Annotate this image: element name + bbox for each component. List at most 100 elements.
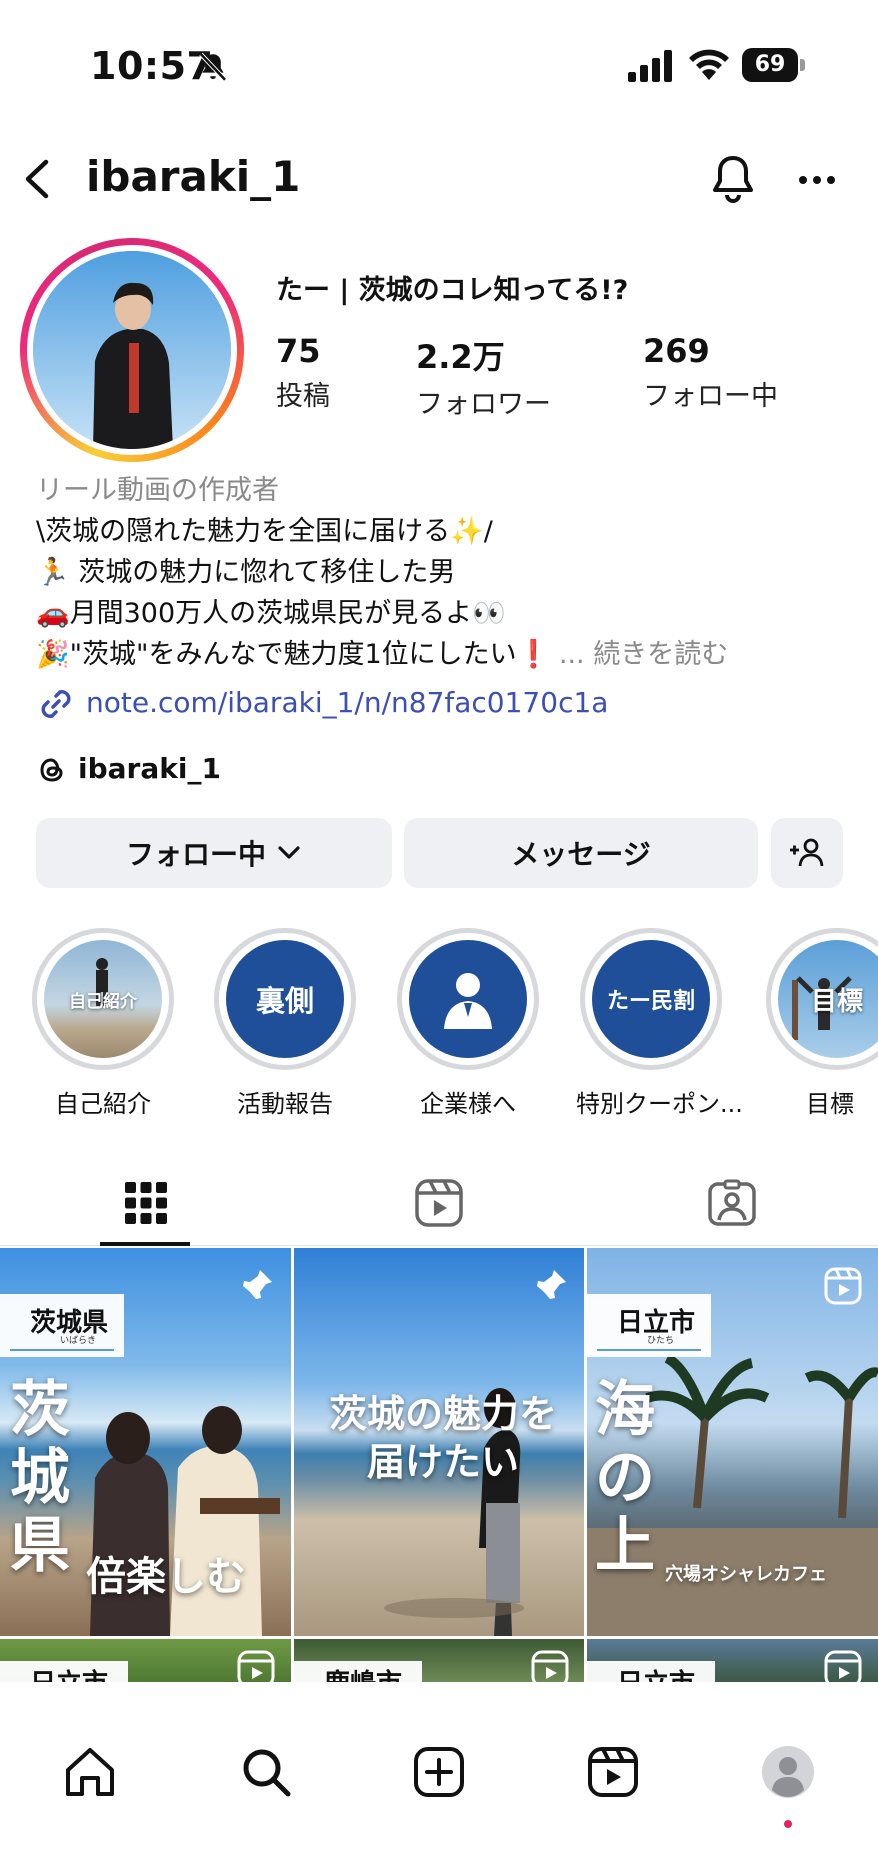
reels-badge-icon (824, 1267, 862, 1305)
post-tile[interactable]: 鹿嶋市 (294, 1639, 584, 1682)
following-count-label: フォロー中 (643, 381, 778, 412)
highlight-cover-text: たー民割 (606, 989, 695, 1014)
following-count-value: 269 (643, 332, 710, 370)
cellular-signal-icon (628, 50, 672, 82)
post-area-label: 日立市 (0, 1661, 129, 1682)
post-title-text: 海の上 (595, 1375, 655, 1581)
post-area-text: 日立市 (30, 1669, 108, 1682)
post-tile[interactable]: 茨城の魅力を 届けたい (294, 1248, 584, 1636)
active-tab-indicator (100, 1242, 190, 1246)
post-area-label: 日立市 ひたち (587, 1294, 712, 1357)
reels-badge-icon (824, 1650, 862, 1682)
bio-line: 🚗月間300万人の茨城県民が見るよ👀 (36, 598, 506, 629)
post-tile[interactable]: 日立市 ひたち 海の上 穴場オシャレカフェ (587, 1248, 878, 1636)
profile-avatar-icon[interactable] (760, 1744, 816, 1800)
avatar-story-ring[interactable] (20, 238, 244, 462)
post-area-label: 日立市 (587, 1661, 716, 1682)
bottom-navigation (0, 1684, 878, 1865)
profile-username-title: ibaraki_1 (86, 152, 301, 201)
post-area-text: 日立市 (617, 1669, 695, 1682)
suggested-users-button[interactable] (771, 818, 843, 888)
post-tile[interactable]: 日立市 (0, 1639, 291, 1682)
followers-count[interactable]: 2.2万 フォロワー (416, 332, 551, 421)
battery-level: 69 (742, 48, 798, 82)
profile-link[interactable]: note.com/ibaraki_1/n/n87fac0170c1a (36, 684, 608, 724)
businessperson-icon (444, 973, 492, 1029)
threads-badge[interactable]: ibaraki_1 (36, 752, 221, 786)
posts-count-label: 投稿 (276, 381, 330, 412)
tab-tagged[interactable] (586, 1160, 878, 1246)
highlight-item[interactable]: 裏側 活動報告 (210, 928, 360, 1119)
highlight-cover-text: 自己紹介 (69, 991, 137, 1012)
highlight-label: 活動報告 (237, 1090, 333, 1118)
posts-count[interactable]: 75 投稿 (276, 332, 330, 413)
bio-line-text: 🎉"茨城"をみんなで魅力度1位にしたい❗ (36, 639, 551, 670)
post-tile[interactable]: 茨城県 いばらき 茨城県 倍楽しむ (0, 1248, 291, 1636)
home-icon[interactable] (62, 1744, 118, 1800)
tagged-person-icon (708, 1179, 756, 1226)
bio-line: 🏃 茨城の魅力に惚れて移住した男 (36, 557, 456, 588)
highlight-cover: 裏側 (226, 940, 344, 1058)
highlight-cover: 自己紹介 (44, 940, 162, 1058)
highlight-item[interactable]: 企業様へ (393, 928, 543, 1119)
highlight-cover-text: 裏側 (255, 984, 314, 1018)
highlight-cover: たー民割 (592, 940, 710, 1058)
post-title-text: 茨城県 (10, 1375, 70, 1581)
followers-count-label: フォロワー (416, 389, 551, 420)
highlight-label: 自己紹介 (55, 1090, 151, 1118)
grid-icon (125, 1182, 167, 1224)
following-count[interactable]: 269 フォロー中 (643, 332, 778, 413)
reels-icon (415, 1179, 463, 1227)
profile-link-text: note.com/ibaraki_1/n/n87fac0170c1a (86, 686, 609, 719)
profile-content-tabs (0, 1160, 878, 1246)
highlight-label: 特別クーポン... (576, 1090, 743, 1118)
post-area-label: 茨城県 いばらき (0, 1294, 125, 1357)
status-bar: 10:57 69 (0, 0, 878, 130)
tab-posts-grid[interactable] (0, 1160, 292, 1246)
avatar (33, 251, 231, 449)
highlight-label: 企業様へ (420, 1090, 516, 1118)
bio-line: 🎉"茨城"をみんなで魅力度1位にしたい❗ ... 続きを読む (36, 634, 866, 675)
posts-count-value: 75 (276, 332, 321, 370)
post-tile[interactable]: 日立市 (587, 1639, 878, 1682)
post-area-reading: いばらき (60, 1336, 97, 1346)
wifi-icon (689, 49, 729, 80)
bio-line: \茨城の隠れた魅力を全国に届ける✨/ (36, 516, 493, 547)
post-area-label: 鹿嶋市 (294, 1661, 423, 1682)
profile-header: ibaraki_1 (0, 140, 878, 220)
notification-dot (784, 1820, 792, 1828)
pin-icon (534, 1270, 566, 1302)
back-arrow-icon[interactable] (18, 154, 58, 204)
reels-badge-icon (531, 1650, 569, 1682)
more-options-icon[interactable] (792, 160, 842, 200)
create-post-icon[interactable] (411, 1744, 467, 1800)
posts-grid: 茨城県 いばらき 茨城県 倍楽しむ 茨城の魅力を 届けたい 日立市 ひたち 海の… (0, 1248, 878, 1682)
chevron-down-icon (278, 846, 300, 859)
notification-bell-icon[interactable] (708, 152, 758, 206)
pin-icon (240, 1270, 272, 1302)
following-button-label: フォロー中 (125, 838, 266, 871)
highlight-item[interactable]: 目標 目標 (760, 928, 878, 1119)
profile-display-name: たー | 茨城のコレ知ってる!? (276, 275, 629, 306)
highlight-label: 目標 (806, 1090, 854, 1118)
bio-category: リール動画の作成者 (36, 475, 279, 506)
profile-bio: リール動画の作成者 \茨城の隠れた魅力を全国に届ける✨/ 🏃 茨城の魅力に惚れて… (36, 470, 866, 675)
followers-count-value: 2.2万 (416, 338, 505, 376)
add-person-icon (790, 838, 824, 867)
post-area-reading: ひたち (647, 1336, 675, 1346)
post-subtitle-text: 倍楽しむ (86, 1554, 246, 1600)
message-button[interactable]: メッセージ (404, 818, 758, 888)
highlight-item[interactable]: 自己紹介 自己紹介 (28, 928, 178, 1119)
tab-reels[interactable] (293, 1160, 585, 1246)
following-dropdown-button[interactable]: フォロー中 (36, 818, 392, 888)
read-more-link[interactable]: ... 続きを読む (559, 639, 728, 670)
threads-handle: ibaraki_1 (78, 752, 221, 785)
highlight-cover (409, 940, 527, 1058)
link-icon (41, 690, 71, 718)
search-icon[interactable] (238, 1744, 294, 1800)
battery-icon: 69 (742, 48, 805, 82)
message-button-label: メッセージ (511, 838, 651, 871)
threads-icon (40, 758, 63, 782)
highlight-item[interactable]: たー民割 特別クーポン... (576, 928, 743, 1119)
reels-icon[interactable] (585, 1744, 641, 1800)
